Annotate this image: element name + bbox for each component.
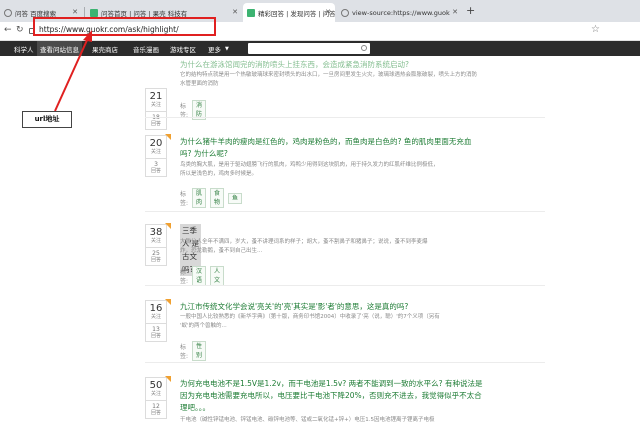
follow-count: 50: [149, 380, 163, 391]
tab-label: view-source:https://www.guok: [352, 8, 450, 17]
follow-label: 关注: [150, 314, 161, 320]
globe-icon: [4, 8, 12, 17]
tab-label: 问答首页 | 问答 | 果壳 科技有: [101, 9, 188, 18]
follow-label: 关注: [150, 149, 161, 155]
flag-icon: [165, 376, 171, 382]
flag-icon: [165, 299, 171, 305]
back-icon[interactable]: ←: [4, 25, 12, 35]
question-summary: 鸟类的胸大肌，是用于驱动翅膀飞行的肌肉，鸡鸭少用得到这块肌肉，用于持久发力的红肌…: [180, 162, 439, 168]
divider: [145, 211, 545, 212]
annotation-callout: url地址: [22, 111, 72, 128]
question-summary-line2: 炸，恐龙勒鹅，蚤不到自己出生...: [180, 248, 263, 254]
question-summary: 大脱分人全年不满四，岁大，蚤不讲理词系的样子；胡大，蚤不割鼻子和猪鼻子；说说，蚤…: [180, 239, 428, 245]
globe-icon: [341, 8, 349, 17]
tab-label: 精彩回答 | 发现问答 | 问答 | 果: [258, 9, 335, 18]
answer-label: 回答: [150, 333, 161, 339]
tag[interactable]: 食物: [210, 188, 225, 208]
new-tab-button[interactable]: +: [466, 4, 475, 17]
tag[interactable]: 性别: [192, 341, 207, 361]
answer-count: 25: [152, 250, 160, 257]
close-icon[interactable]: ✕: [452, 8, 458, 16]
nav-item-more[interactable]: 更多: [208, 44, 221, 54]
chevron-down-icon[interactable]: ▼: [225, 46, 229, 52]
tags-label: 标签:: [180, 191, 189, 207]
answer-count: 3: [154, 161, 158, 168]
vote-box: 16 关注 13 回答: [145, 300, 167, 342]
guokr-icon: [90, 8, 98, 17]
close-icon[interactable]: ✕: [325, 8, 331, 16]
question-summary-line2: '蚁'的两个兽触的...: [180, 323, 227, 329]
follow-label: 关注: [150, 391, 161, 397]
nav-item-store[interactable]: 果壳商店: [92, 44, 118, 54]
question-summary-line2: 所以是浅色的，鸡肉多时候是。: [180, 171, 258, 177]
answer-label: 回答: [150, 257, 161, 263]
tag-row: 标签: 汉语 人文: [180, 266, 225, 286]
tag-row: 标签: 肌肉 食物 鱼: [180, 188, 243, 208]
reload-icon[interactable]: ↻: [16, 25, 24, 35]
follow-label: 关注: [150, 238, 161, 244]
browser-tab-3-active[interactable]: 精彩回答 | 发现问答 | 问答 | 果 ✕: [243, 3, 335, 22]
follow-count: 20: [149, 138, 163, 149]
divider: [145, 117, 545, 118]
divider: [145, 285, 545, 286]
tags-label: 标签:: [180, 344, 189, 360]
vote-box: 38 关注 25 回答: [145, 224, 167, 266]
divider: [145, 362, 545, 363]
vote-box: 50 关注 12 回答: [145, 377, 167, 419]
tags-label: 标签:: [180, 269, 189, 285]
tag[interactable]: 汉语: [192, 266, 207, 286]
url-highlight-box: [33, 17, 216, 36]
question-title-line3[interactable]: 理吧。。。: [180, 401, 600, 414]
answer-count: 13: [152, 326, 160, 333]
question-summary: 它的结构特点就是用一个热敏玻璃球来密封喷头的出水口，一旦房间里发生火灾，玻璃球遇…: [180, 72, 478, 87]
tag-row: 标签: 性别: [180, 341, 207, 361]
nav-item-music[interactable]: 音乐漫画: [133, 44, 159, 54]
follow-count: 21: [149, 91, 163, 102]
nav-item-info[interactable]: 查看问站信息: [37, 41, 82, 56]
follow-count: 38: [149, 227, 163, 238]
flag-icon: [165, 134, 171, 140]
close-icon[interactable]: ✕: [232, 8, 238, 16]
tag[interactable]: 人文: [210, 266, 225, 286]
follow-count: 16: [149, 303, 163, 314]
tag[interactable]: 鱼: [228, 192, 243, 204]
answer-label: 回答: [150, 121, 161, 127]
site-nav-bar: 科学人 查看问站信息 果壳商店 音乐漫画 游戏专区 更多 ▼: [0, 41, 640, 56]
nav-item-kexueren[interactable]: 科学人: [14, 44, 34, 54]
answer-label: 回答: [150, 410, 161, 416]
question-summary: 一般中国人比较熟悉的《新华字典》（第十版，商务印书馆2004）中收录了'亮（说，…: [180, 314, 440, 320]
question-title[interactable]: 九江市传统文化学会说'亮关'的'亮'其实是'影'者'的意思，这是真的吗?: [180, 300, 600, 313]
question-summary: 干电池（碱性锌锰电池、锌锰电池、碳锌电池等、锰或二氧化锰+锌+）电压1.5因电池…: [180, 417, 435, 423]
vote-box: 21 关注 18 回答: [145, 88, 167, 130]
answer-count: 12: [152, 403, 160, 410]
follow-label: 关注: [150, 102, 161, 108]
vote-box: 20 关注 3 回答: [145, 135, 167, 177]
bookmark-star-icon[interactable]: ☆: [591, 24, 600, 35]
question-title-line2[interactable]: 吗? 为什么呢?: [180, 147, 600, 160]
tab-divider: [84, 7, 85, 17]
nav-item-games[interactable]: 游戏专区: [170, 44, 196, 54]
tag[interactable]: 肌肉: [192, 188, 207, 208]
guokr-icon: [247, 8, 255, 17]
search-icon[interactable]: [361, 45, 367, 51]
flag-icon: [165, 223, 171, 229]
browser-tab-4[interactable]: view-source:https://www.guok ✕: [337, 3, 462, 22]
search-input[interactable]: [248, 43, 370, 54]
close-icon[interactable]: ✕: [72, 8, 78, 16]
question-title[interactable]: 为什么在游泳馆闻完的消防喷头上挂东西，会造成紧急消防系统启动?: [180, 58, 600, 71]
answer-label: 回答: [150, 168, 161, 174]
tab-label: 问答 百度搜索: [15, 9, 57, 18]
